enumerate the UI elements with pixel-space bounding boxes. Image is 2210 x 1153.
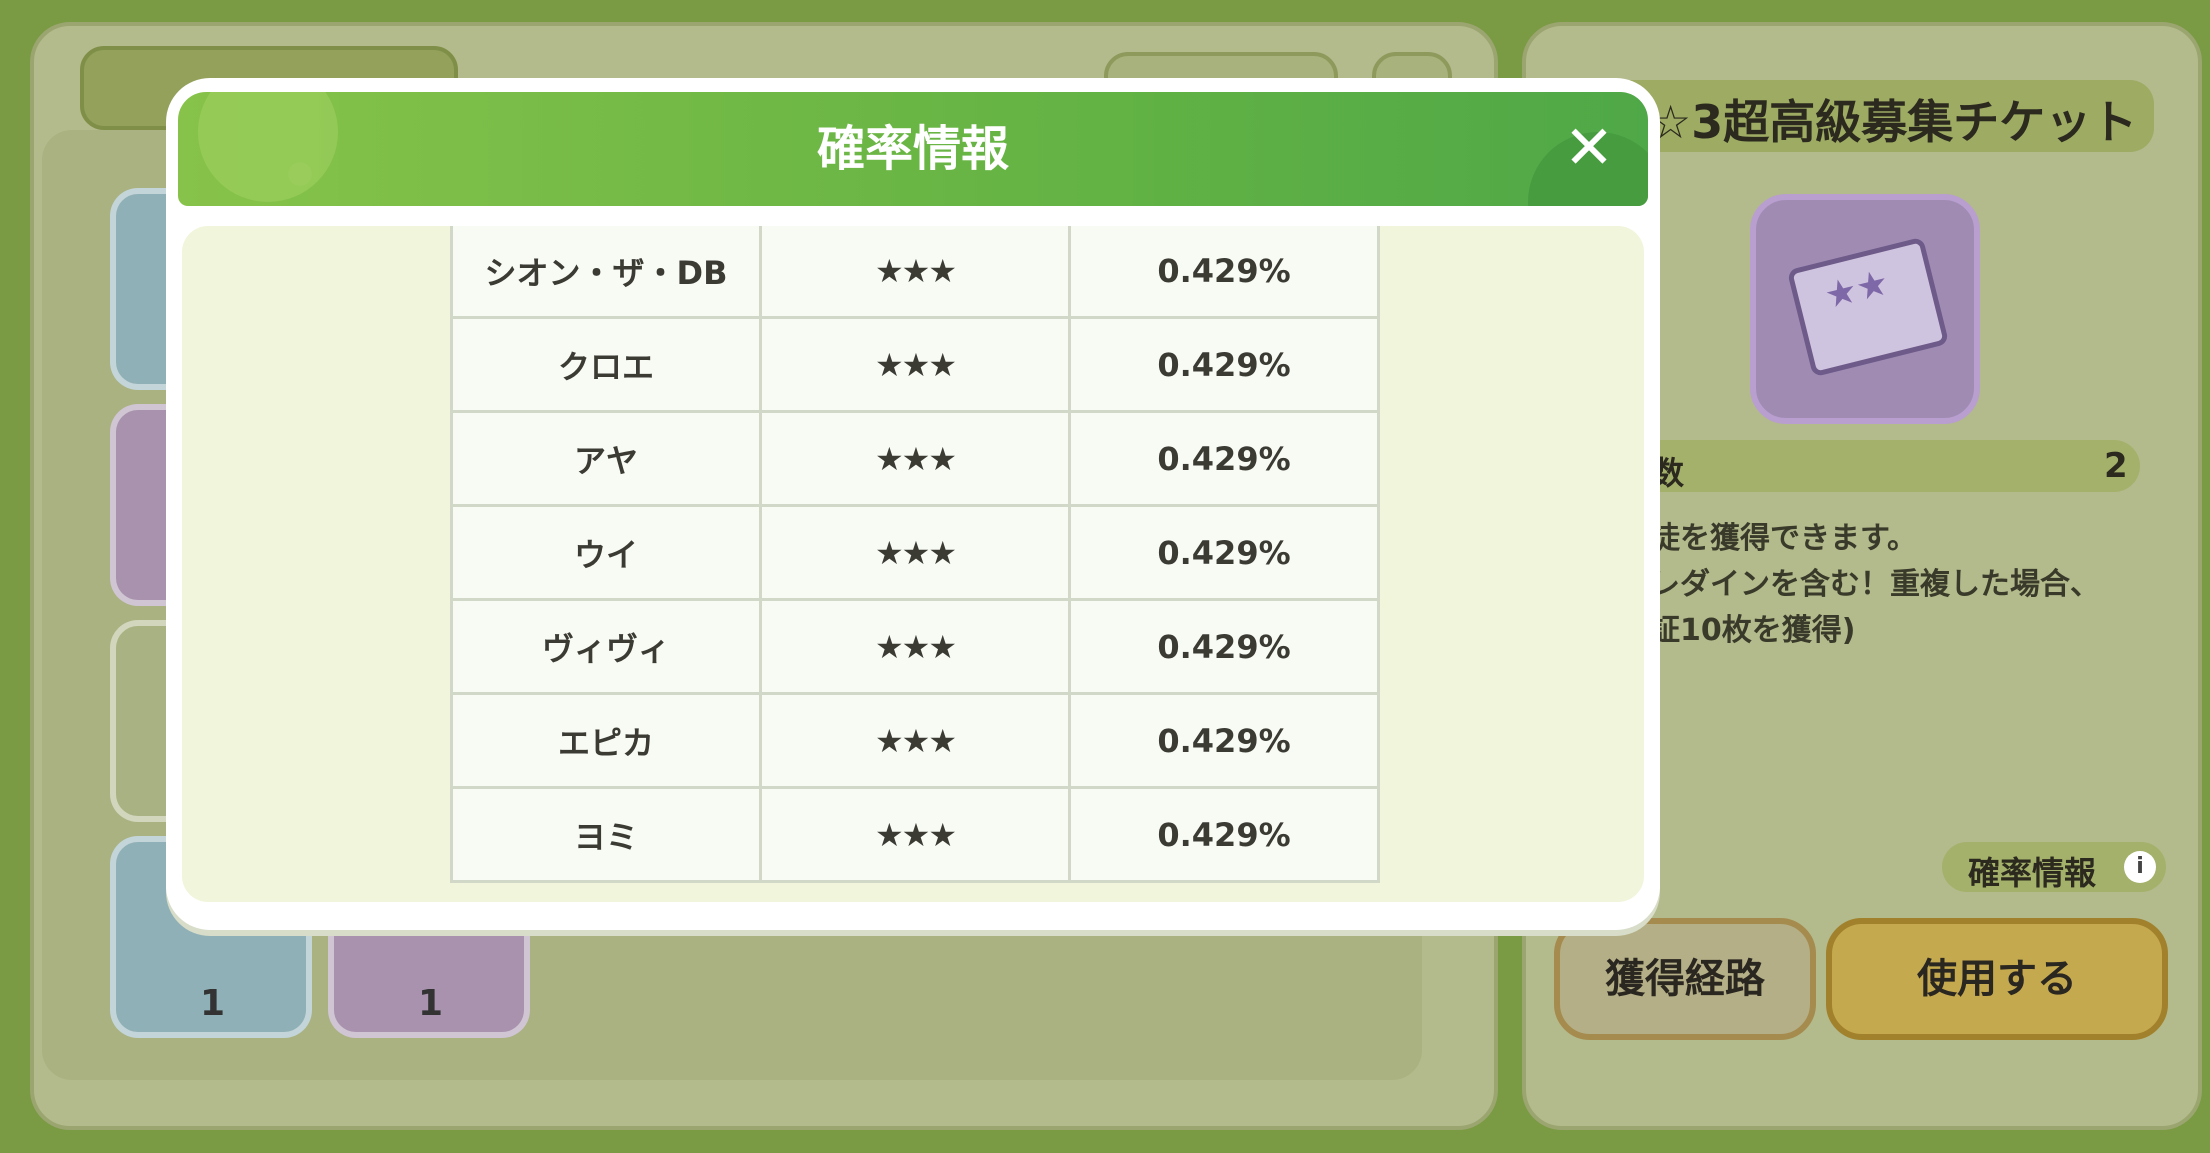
rate-cell: 0.429% [1068, 226, 1380, 319]
table-row: ヨミ ★★★ 0.429% [450, 786, 1380, 883]
rate-cell: 0.429% [1068, 316, 1380, 413]
modal-title: 確率情報 [816, 121, 1009, 177]
character-name-cell: クロエ [450, 316, 762, 413]
rarity-cell: ★★★ [759, 226, 1071, 319]
table-row: アヤ ★★★ 0.429% [450, 410, 1380, 507]
rate-cell: 0.429% [1068, 692, 1380, 789]
character-name-cell: ウイ [450, 504, 762, 601]
use-button-label: 使用する [1917, 956, 2077, 1002]
slot-count: 1 [418, 983, 444, 1024]
info-icon: i [2124, 851, 2156, 883]
rarity-cell: ★★★ [759, 410, 1071, 507]
acquire-route-label: 獲得経路 [1605, 956, 1765, 1002]
character-name-cell: アヤ [450, 410, 762, 507]
rarity-cell: ★★★ [759, 598, 1071, 695]
character-name-cell: ヨミ [450, 786, 762, 883]
table-row: ウイ ★★★ 0.429% [450, 504, 1380, 601]
ticket-icon: ★★ [1750, 194, 1980, 424]
rate-cell: 0.429% [1068, 504, 1380, 601]
table-row: クロエ ★★★ 0.429% [450, 316, 1380, 413]
use-button[interactable]: 使用する [1826, 918, 2168, 1040]
rate-cell: 0.429% [1068, 786, 1380, 883]
rate-info-link[interactable]: 確率情報 i [1942, 842, 2166, 892]
close-icon[interactable]: ✕ [1562, 118, 1616, 178]
modal-body[interactable]: シオン・ザ・DB ★★★ 0.429% クロエ ★★★ 0.429% アヤ ★★★ 0.429%… [182, 226, 1644, 902]
character-name-cell: ヴィヴィ [450, 598, 762, 695]
item-title: ☆3超高級募集チケット [1650, 95, 2138, 149]
rate-info-label: 確率情報 [1968, 854, 2097, 892]
rarity-cell: ★★★ [759, 504, 1071, 601]
table-row: エピカ ★★★ 0.429% [450, 692, 1380, 789]
rate-cell: 0.429% [1068, 410, 1380, 507]
item-description: 徒を獲得できます。 レダインを含む！重複した場合、 証10枚を獲得) [1650, 521, 2100, 648]
character-name-cell: シオン・ザ・DB [450, 226, 762, 319]
table-row: シオン・ザ・DB ★★★ 0.429% [450, 226, 1380, 319]
acquire-route-button[interactable]: 獲得経路 [1554, 918, 1816, 1040]
slot-count: 1 [200, 983, 226, 1024]
owned-count-value: 2 [2104, 446, 2128, 486]
rarity-cell: ★★★ [759, 316, 1071, 413]
rate-cell: 0.429% [1068, 598, 1380, 695]
rarity-cell: ★★★ [759, 786, 1071, 883]
character-name-cell: エピカ [450, 692, 762, 789]
rarity-cell: ★★★ [759, 692, 1071, 789]
table-row: ヴィヴィ ★★★ 0.429% [450, 598, 1380, 695]
probability-table: シオン・ザ・DB ★★★ 0.429% クロエ ★★★ 0.429% アヤ ★★★ 0.429%… [450, 226, 1380, 883]
